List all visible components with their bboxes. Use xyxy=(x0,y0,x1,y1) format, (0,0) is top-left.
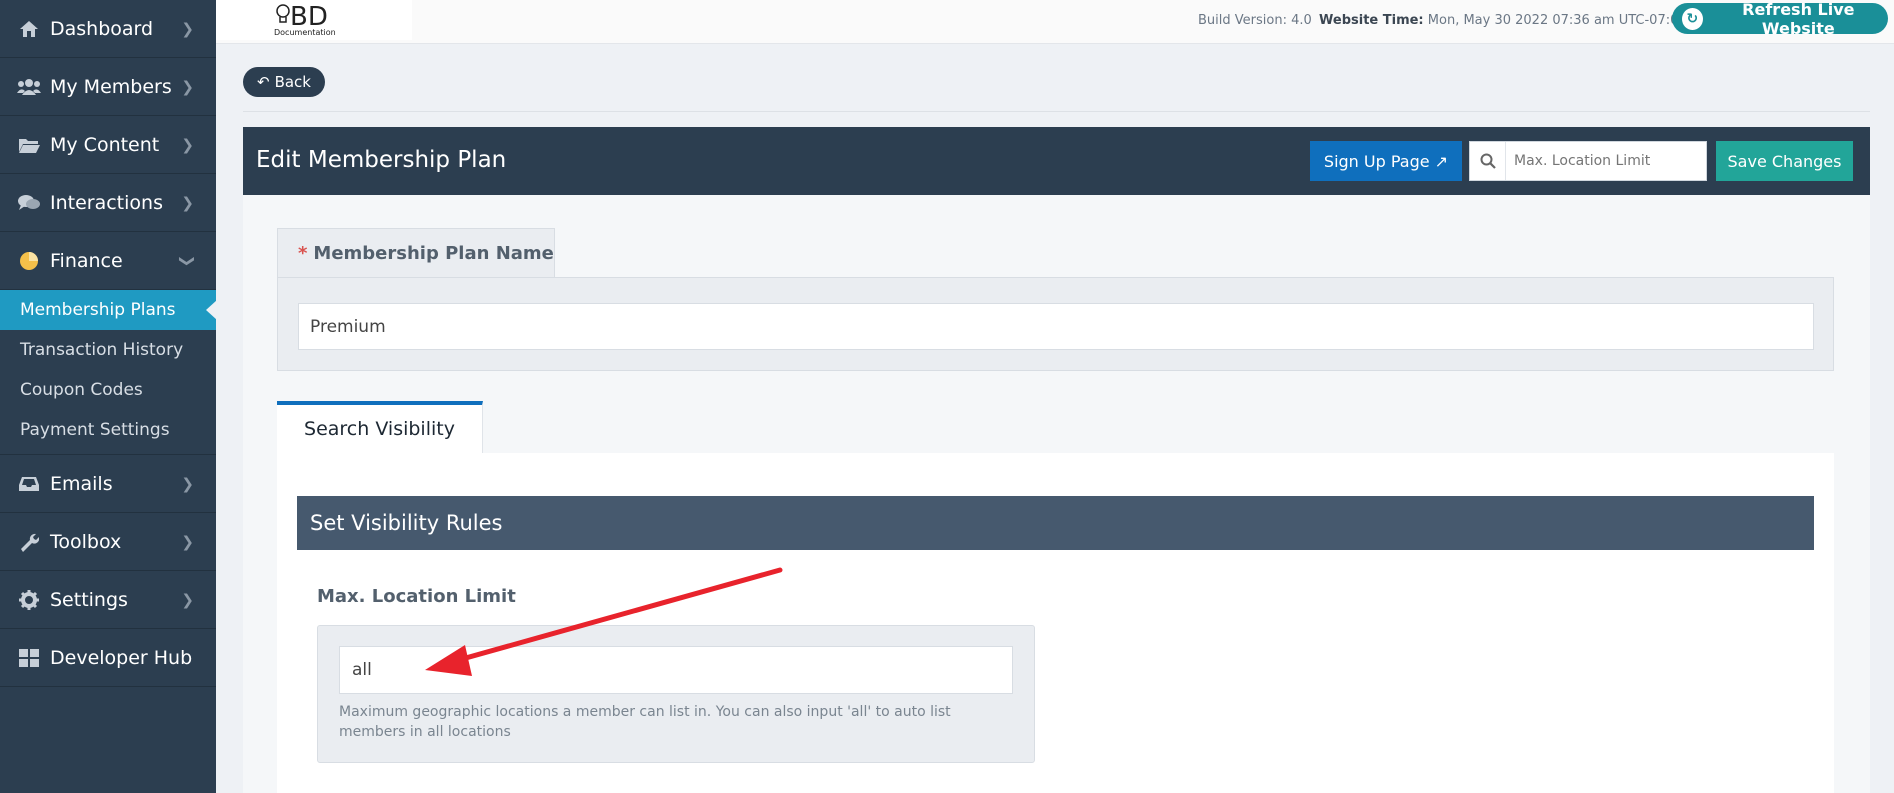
sign-up-page-label: Sign Up Page xyxy=(1323,151,1430,171)
chevron-down-icon: ❯ xyxy=(178,254,197,267)
sidebar-item-interactions[interactable]: Interactions ❯ xyxy=(0,174,216,232)
max-location-limit-input[interactable] xyxy=(339,646,1013,694)
back-button[interactable]: ↶ Back xyxy=(243,67,325,97)
max-location-limit-label: Max. Location Limit xyxy=(317,586,516,607)
required-marker: * xyxy=(298,243,308,264)
reply-arrow-icon: ↶ xyxy=(257,73,270,91)
sidebar-item-emails[interactable]: Emails ❯ xyxy=(0,455,216,513)
build-version: Build Version: 4.0 xyxy=(1198,13,1312,28)
membership-plan-name-label: * Membership Plan Name xyxy=(277,228,555,278)
sidebar-item-settings[interactable]: Settings ❯ xyxy=(0,571,216,629)
chevron-right-icon: ❯ xyxy=(181,19,194,38)
external-link-icon: ↗ xyxy=(1434,151,1449,171)
sidebar: Dashboard ❯ My Members ❯ My Content ❯ In… xyxy=(0,0,217,793)
pie-chart-icon xyxy=(16,250,42,272)
chevron-right-icon: ❯ xyxy=(181,474,194,493)
sidebar-item-coupon-codes[interactable]: Coupon Codes xyxy=(0,370,216,410)
sidebar-item-dashboard[interactable]: Dashboard ❯ xyxy=(0,0,216,58)
tab-search-visibility[interactable]: Search Visibility xyxy=(277,401,483,453)
chevron-right-icon: ❯ xyxy=(181,193,194,212)
folder-icon xyxy=(16,134,42,156)
refresh-label: Refresh Live Website xyxy=(1742,0,1855,38)
page-title: Edit Membership Plan xyxy=(256,147,507,173)
users-icon xyxy=(16,76,42,98)
sidebar-item-payment-settings[interactable]: Payment Settings xyxy=(0,410,216,450)
chevron-right-icon: ❯ xyxy=(181,77,194,96)
panel-header: Edit Membership Plan Sign Up Page ↗ Save… xyxy=(243,127,1870,195)
sidebar-item-label: Developer Hub xyxy=(50,646,193,669)
section-header: Set Visibility Rules xyxy=(297,496,1814,550)
wrench-icon xyxy=(16,531,42,553)
website-time-value: Mon, May 30 2022 07:36 am UTC-07:00 xyxy=(1427,13,1687,28)
search-icon xyxy=(1470,142,1506,180)
logo-subtitle: Documentation xyxy=(274,28,336,37)
sidebar-item-transaction-history[interactable]: Transaction History xyxy=(0,330,216,370)
lightbulb-icon xyxy=(276,4,290,23)
sidebar-item-membership-plans[interactable]: Membership Plans xyxy=(0,290,217,330)
finance-submenu: Membership Plans Transaction History Cou… xyxy=(0,290,217,455)
save-changes-button[interactable]: Save Changes xyxy=(1716,141,1853,181)
field-search xyxy=(1469,141,1707,181)
max-location-limit-well: Maximum geographic locations a member ca… xyxy=(317,625,1035,763)
membership-plan-name-input[interactable] xyxy=(298,303,1814,350)
search-input[interactable] xyxy=(1506,153,1706,169)
divider xyxy=(243,111,1870,112)
sidebar-item-my-members[interactable]: My Members ❯ xyxy=(0,58,216,116)
chevron-right-icon: ❯ xyxy=(181,590,194,609)
sidebar-item-developer-hub[interactable]: Developer Hub xyxy=(0,629,216,687)
website-time-label: Website Time: xyxy=(1319,13,1424,28)
chevron-right-icon: ❯ xyxy=(181,532,194,551)
website-time: Website Time: Mon, May 30 2022 07:36 am … xyxy=(1319,13,1687,28)
sign-up-page-button[interactable]: Sign Up Page ↗ xyxy=(1310,141,1462,181)
chevron-right-icon: ❯ xyxy=(181,135,194,154)
inbox-icon xyxy=(16,473,42,495)
dashboard-icon xyxy=(16,18,42,40)
grid-icon xyxy=(16,647,42,669)
sidebar-item-finance[interactable]: Finance ❯ xyxy=(0,232,216,290)
comments-icon xyxy=(16,192,42,214)
back-label: Back xyxy=(274,73,311,91)
membership-plan-name-label-text: Membership Plan Name xyxy=(313,243,554,264)
membership-plan-name-well xyxy=(277,277,1834,371)
refresh-icon: ↻ xyxy=(1682,7,1703,30)
gear-icon xyxy=(16,589,42,611)
help-text: Maximum geographic locations a member ca… xyxy=(339,704,951,740)
sidebar-item-toolbox[interactable]: Toolbox ❯ xyxy=(0,513,216,571)
logo[interactable]: BD Documentation xyxy=(216,0,412,40)
topbar: BD Documentation Build Version: 4.0 Webs… xyxy=(216,0,1894,44)
refresh-live-website-button[interactable]: ↻ Refresh Live Website xyxy=(1672,0,1888,38)
sidebar-item-my-content[interactable]: My Content ❯ xyxy=(0,116,216,174)
